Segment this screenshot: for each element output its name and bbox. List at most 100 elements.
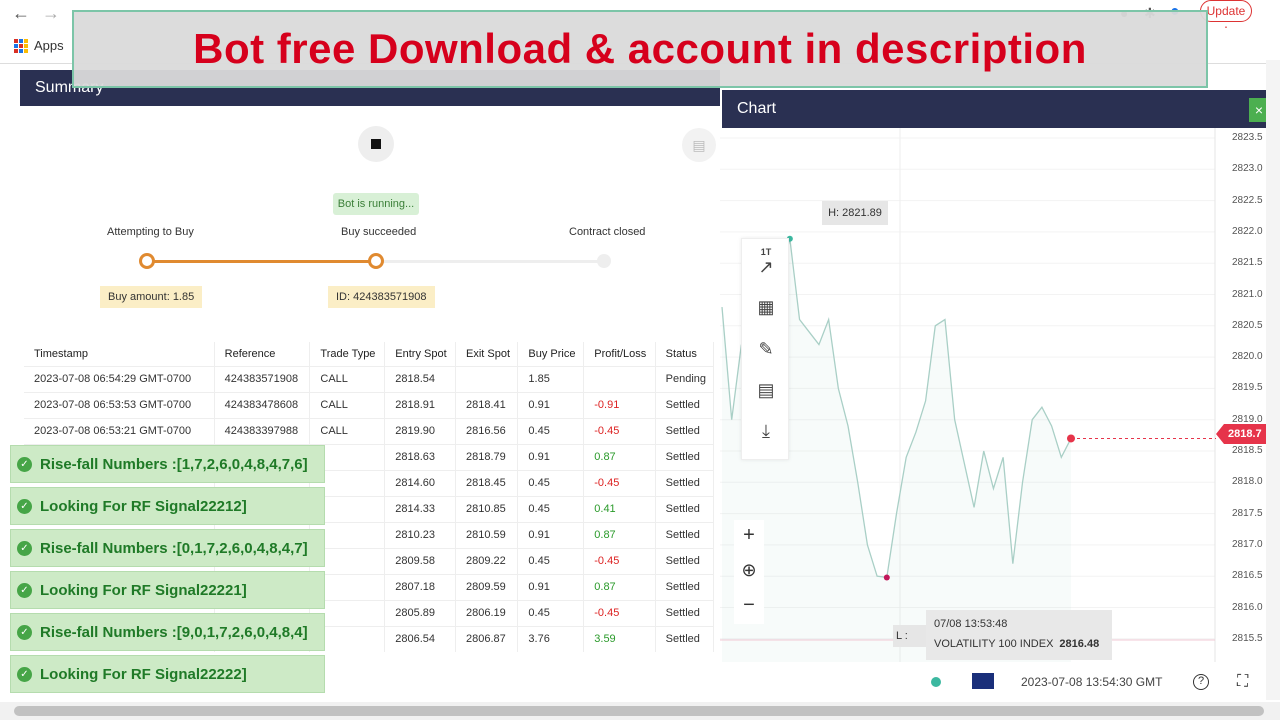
table-cell: Settled xyxy=(655,443,715,470)
table-cell: 0.45 xyxy=(517,469,585,496)
help-icon[interactable]: ? xyxy=(1193,674,1209,690)
step-closed-label: Contract closed xyxy=(569,226,646,238)
crosshair-icon[interactable]: ⊕ xyxy=(734,560,764,581)
table-cell: 2819.90 xyxy=(384,417,456,444)
table-cell: -0.45 xyxy=(583,417,656,444)
table-cell: 0.45 xyxy=(517,547,585,574)
table-cell: 2818.63 xyxy=(384,443,456,470)
table-cell: 2806.87 xyxy=(455,625,519,652)
table-cell: -0.91 xyxy=(583,391,656,418)
check-circle-icon: ✓ xyxy=(17,540,32,556)
column-header: Timestamp xyxy=(24,342,215,366)
chart-header: Chart xyxy=(722,90,1280,128)
zoom-controls: + ⊕ − xyxy=(734,520,764,624)
page-vertical-scrollbar[interactable] xyxy=(1266,60,1280,700)
forward-arrow-icon[interactable]: → xyxy=(42,3,60,24)
table-cell: 2816.56 xyxy=(455,417,519,444)
price-chart-svg[interactable] xyxy=(720,128,1280,662)
progress-line-done xyxy=(148,260,376,263)
table-cell: 0.45 xyxy=(517,599,585,626)
signal-alert: ✓ Looking For RF Signal22221] xyxy=(10,571,325,609)
y-tick-label: 2815.5 xyxy=(1232,632,1263,644)
low-price-tag: L : 2816.48 xyxy=(893,625,927,647)
column-header: Profit/Loss xyxy=(583,342,656,366)
table-cell: 3.59 xyxy=(583,625,656,652)
y-tick-label: 2821.0 xyxy=(1232,288,1263,300)
low-point-marker xyxy=(883,574,890,581)
templates-icon[interactable]: ▤ xyxy=(742,380,790,401)
signal-alert-text: Looking For RF Signal22222] xyxy=(40,665,247,683)
drawing-tools-icon[interactable]: ✎ xyxy=(742,339,790,360)
step-succeeded-label: Buy succeeded xyxy=(341,226,417,238)
table-cell: CALL xyxy=(309,391,386,418)
y-tick-label: 2820.5 xyxy=(1232,319,1263,331)
table-cell: 1.85 xyxy=(517,365,585,392)
fullscreen-icon[interactable]: ⛶ xyxy=(1237,673,1248,691)
table-cell: Settled xyxy=(655,391,715,418)
y-tick-label: 2822.5 xyxy=(1232,194,1263,206)
signal-alert-text: Rise-fall Numbers :[1,7,2,6,0,4,8,4,7,6] xyxy=(40,455,308,473)
chart-type-icon[interactable]: ↗ xyxy=(742,257,790,278)
check-circle-icon: ✓ xyxy=(17,666,32,682)
y-tick-label: 2816.0 xyxy=(1232,601,1263,613)
current-price-marker xyxy=(1067,434,1075,443)
column-header: Entry Spot xyxy=(384,342,456,366)
y-tick-label: 2817.0 xyxy=(1232,538,1263,550)
table-cell: 2023-07-08 06:53:53 GMT-0700 xyxy=(24,391,215,418)
table-cell: 0.87 xyxy=(583,573,656,600)
crosshair-value: 2816.48 xyxy=(1059,638,1100,650)
zoom-in-icon[interactable]: + xyxy=(734,524,764,547)
column-header: Status xyxy=(655,342,715,366)
apps-grid-icon xyxy=(14,38,28,53)
apps-bookmark[interactable]: Apps xyxy=(14,38,64,53)
table-cell: 2807.18 xyxy=(384,573,456,600)
table-row: 2023-07-08 06:53:53 GMT-0700 424383478608… xyxy=(24,391,715,418)
indicators-icon[interactable]: ▦ xyxy=(742,297,790,318)
table-cell: Settled xyxy=(655,417,715,444)
check-circle-icon: ✓ xyxy=(17,624,32,640)
table-cell: 2809.22 xyxy=(455,547,519,574)
download-icon[interactable]: ⤓ xyxy=(742,421,790,442)
step-attempting-label: Attempting to Buy xyxy=(107,226,194,238)
table-cell: 424383478608 xyxy=(214,391,311,418)
table-cell: Settled xyxy=(655,495,715,522)
crosshair-time: 07/08 13:53:48 xyxy=(934,618,1008,630)
table-cell xyxy=(583,365,656,392)
table-cell: 2805.89 xyxy=(384,599,456,626)
page-horizontal-scrollbar[interactable] xyxy=(0,702,1280,720)
table-cell: 2818.41 xyxy=(455,391,519,418)
signal-alert-text: Looking For RF Signal22221] xyxy=(40,581,247,599)
y-tick-label: 2821.5 xyxy=(1232,257,1263,269)
trash-icon: ▤ xyxy=(692,137,706,153)
signal-alert: ✓ Rise-fall Numbers :[0,1,7,2,6,0,4,8,4,7… xyxy=(10,529,325,567)
signal-alert-text: Looking For RF Signal22212] xyxy=(40,497,247,515)
tick-interval-label[interactable]: 1T xyxy=(742,247,790,257)
table-row: 2023-07-08 06:53:21 GMT-0700 424383397988… xyxy=(24,417,715,444)
table-cell: Settled xyxy=(655,625,715,652)
table-cell: 2818.54 xyxy=(384,365,456,392)
zoom-out-icon[interactable]: − xyxy=(734,594,764,617)
stop-bot-button[interactable] xyxy=(358,126,394,162)
y-tick-label: 2818.0 xyxy=(1232,476,1263,488)
promo-banner: Bot free Download & account in descripti… xyxy=(72,10,1208,88)
y-tick-label: 2823.5 xyxy=(1232,132,1263,143)
signal-alert-text: Rise-fall Numbers :[0,1,7,2,6,0,4,8,4,7] xyxy=(40,539,308,557)
table-cell: CALL xyxy=(309,365,386,392)
scrollbar-thumb[interactable] xyxy=(14,706,1264,716)
language-flag-icon[interactable] xyxy=(972,673,994,689)
stop-icon xyxy=(371,139,381,149)
server-time: 2023-07-08 13:54:30 GMT xyxy=(1021,675,1163,689)
chart-area[interactable] xyxy=(720,128,1280,662)
table-cell: Settled xyxy=(655,599,715,626)
table-cell: Settled xyxy=(655,469,715,496)
y-tick-label: 2818.5 xyxy=(1232,445,1263,456)
step-node-closed xyxy=(597,254,611,268)
clear-stats-button[interactable]: ▤ xyxy=(682,128,716,162)
back-arrow-icon[interactable]: ← xyxy=(12,3,30,24)
table-row: 2023-07-08 06:54:29 GMT-0700 424383571908… xyxy=(24,365,715,392)
table-cell: Pending xyxy=(655,365,715,392)
y-tick-label: 2817.5 xyxy=(1232,507,1263,519)
table-cell: -0.45 xyxy=(583,547,656,574)
buy-amount-tag: Buy amount: 1.85 xyxy=(100,286,203,308)
table-cell: 424383397988 xyxy=(214,417,311,444)
